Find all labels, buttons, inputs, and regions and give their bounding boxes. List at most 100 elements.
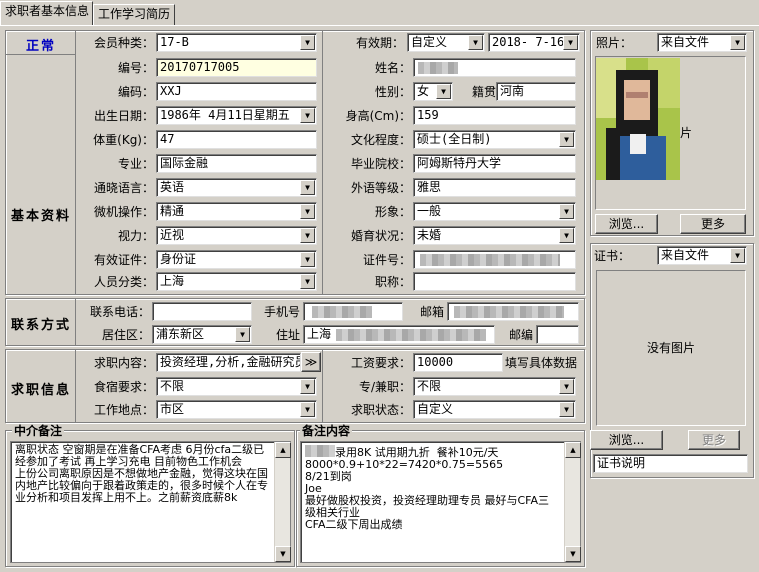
foreign-level-label: 外语等级： [350, 181, 411, 195]
member-type-select[interactable]: 17-B ▼ [156, 33, 317, 52]
remark-scrollbar[interactable]: ▲ ▼ [564, 442, 581, 562]
dropdown-arrow-icon[interactable]: ▼ [559, 132, 574, 147]
mobile-label: 手机号 [263, 305, 300, 319]
id-no-input[interactable]: 20170717005 [156, 58, 317, 77]
salary-input[interactable]: 10000 [413, 353, 503, 372]
parttime-select[interactable]: 不限 ▼ [413, 377, 576, 396]
validity-label: 有效期： [355, 36, 404, 50]
photo-source-select[interactable]: 来自文件 ▼ [657, 33, 747, 52]
scroll-up-icon[interactable]: ▲ [275, 442, 291, 458]
dropdown-arrow-icon[interactable]: ▼ [300, 204, 315, 219]
dropdown-arrow-icon[interactable]: ▼ [300, 228, 315, 243]
major-input[interactable]: 国际金融 [156, 154, 317, 173]
redacted-mask [420, 254, 560, 266]
photo-more-button[interactable]: 更多 [680, 214, 746, 234]
eyesight-label: 视力： [117, 229, 154, 243]
weight-input[interactable]: 47 [156, 130, 317, 149]
dropdown-arrow-icon[interactable]: ▼ [300, 402, 315, 417]
job-section-title: 求职信息 [10, 383, 71, 398]
name-input[interactable] [413, 58, 576, 77]
redacted-mask [305, 445, 335, 457]
board-select[interactable]: 不限 ▼ [156, 377, 317, 396]
dropdown-arrow-icon[interactable]: ▼ [300, 379, 315, 394]
person-photo-icon [596, 58, 680, 180]
parttime-label: 专/兼职： [358, 380, 411, 394]
scroll-up-icon[interactable]: ▲ [565, 442, 581, 458]
dropdown-arrow-icon[interactable]: ▼ [468, 35, 483, 50]
dropdown-arrow-icon[interactable]: ▼ [730, 248, 745, 263]
origin-input[interactable]: 河南 [496, 82, 576, 101]
id-no-label: 编号： [117, 61, 154, 75]
dropdown-arrow-icon[interactable]: ▼ [563, 35, 578, 50]
certificate-more-button: 更多 [688, 430, 740, 450]
gender-select[interactable]: 女 ▼ [413, 82, 453, 101]
certificate-browse-button[interactable]: 浏览... [590, 430, 663, 450]
birth-date-picker[interactable]: 1986年 4月11日星期五 ▼ [156, 106, 317, 125]
language-select[interactable]: 英语 ▼ [156, 178, 317, 197]
scroll-down-icon[interactable]: ▼ [275, 546, 291, 562]
address-input[interactable]: 上海 [303, 325, 495, 344]
certificate-source-select[interactable]: 来自文件 ▼ [657, 246, 747, 265]
dropdown-arrow-icon[interactable]: ▼ [300, 35, 315, 50]
email-label: 邮箱 [419, 305, 444, 319]
title-rank-input[interactable] [413, 272, 576, 291]
board-label: 食宿要求： [93, 380, 154, 394]
tab-divider [0, 25, 759, 26]
validity-date-picker[interactable]: 2018- 7-16 ▼ [488, 33, 580, 52]
computer-select[interactable]: 精通 ▼ [156, 202, 317, 221]
name-label: 姓名： [374, 61, 411, 75]
education-select[interactable]: 硕士(全日制) ▼ [413, 130, 576, 149]
district-select[interactable]: 浦东新区 ▼ [152, 325, 252, 344]
district-label: 居住区： [101, 328, 150, 342]
dropdown-arrow-icon[interactable]: ▼ [300, 274, 315, 289]
agent-note-scrollbar[interactable]: ▲ ▼ [274, 442, 291, 562]
photo-browse-button[interactable]: 浏览... [595, 214, 658, 234]
foreign-level-input[interactable]: 雅思 [413, 178, 576, 197]
validity-mode-select[interactable]: 自定义 ▼ [407, 33, 485, 52]
dropdown-arrow-icon[interactable]: ▼ [300, 108, 315, 123]
appearance-label: 形象： [374, 205, 411, 219]
appearance-select[interactable]: 一般 ▼ [413, 202, 576, 221]
cert-type-select[interactable]: 身份证 ▼ [156, 250, 317, 269]
code-label: 编码： [117, 85, 154, 99]
salary-label: 工资要求： [350, 356, 411, 370]
remark-textarea[interactable]: 录用8K 试用期九折 餐补10元/天 8000*0.9+10*22=7420*0… [300, 441, 581, 563]
dropdown-arrow-icon[interactable]: ▼ [300, 252, 315, 267]
code-input[interactable]: XXJ [156, 82, 317, 101]
tab-work-history[interactable]: 工作学习简历 [93, 4, 175, 25]
height-input[interactable]: 159 [413, 106, 576, 125]
education-label: 文化程度： [350, 133, 411, 147]
job-status-select[interactable]: 自定义 ▼ [413, 400, 576, 419]
cert-no-input[interactable] [413, 250, 576, 269]
dropdown-arrow-icon[interactable]: ▼ [730, 35, 745, 50]
birth-label: 出生日期： [93, 109, 154, 123]
person-type-select[interactable]: 上海 ▼ [156, 272, 317, 291]
school-label: 毕业院校： [350, 157, 411, 171]
intent-more-button[interactable]: ≫ [301, 352, 321, 372]
marital-select[interactable]: 未婚 ▼ [413, 226, 576, 245]
tab-basic-info[interactable]: 求职者基本信息 [0, 1, 93, 25]
marital-label: 婚育状况： [350, 229, 411, 243]
dropdown-arrow-icon[interactable]: ▼ [235, 327, 250, 342]
certificate-desc-input[interactable]: 证书说明 [593, 454, 748, 473]
certificate-empty-text: 没有图片 [646, 341, 695, 355]
dropdown-arrow-icon[interactable]: ▼ [559, 228, 574, 243]
email-input[interactable] [447, 302, 579, 321]
scroll-down-icon[interactable]: ▼ [565, 546, 581, 562]
zip-input[interactable] [536, 325, 579, 344]
intent-input[interactable]: 投资经理,分析,金融研究员 [156, 353, 301, 372]
mobile-input[interactable] [303, 302, 403, 321]
certificate-label: 证书： [594, 249, 631, 263]
school-input[interactable]: 阿姆斯特丹大学 [413, 154, 576, 173]
dropdown-arrow-icon[interactable]: ▼ [559, 402, 574, 417]
dropdown-arrow-icon[interactable]: ▼ [300, 180, 315, 195]
dropdown-arrow-icon[interactable]: ▼ [559, 204, 574, 219]
agent-note-textarea[interactable]: 离职状态 空窗期是在准备CFA考虑 6月份cfa二级已经参加了考试 再上学习充电… [10, 441, 291, 563]
remark-title: 备注内容 [300, 424, 353, 438]
major-label: 专业： [117, 157, 154, 171]
location-select[interactable]: 市区 ▼ [156, 400, 317, 419]
eyesight-select[interactable]: 近视 ▼ [156, 226, 317, 245]
dropdown-arrow-icon[interactable]: ▼ [559, 379, 574, 394]
dropdown-arrow-icon[interactable]: ▼ [436, 84, 451, 99]
phone-input[interactable] [152, 302, 252, 321]
